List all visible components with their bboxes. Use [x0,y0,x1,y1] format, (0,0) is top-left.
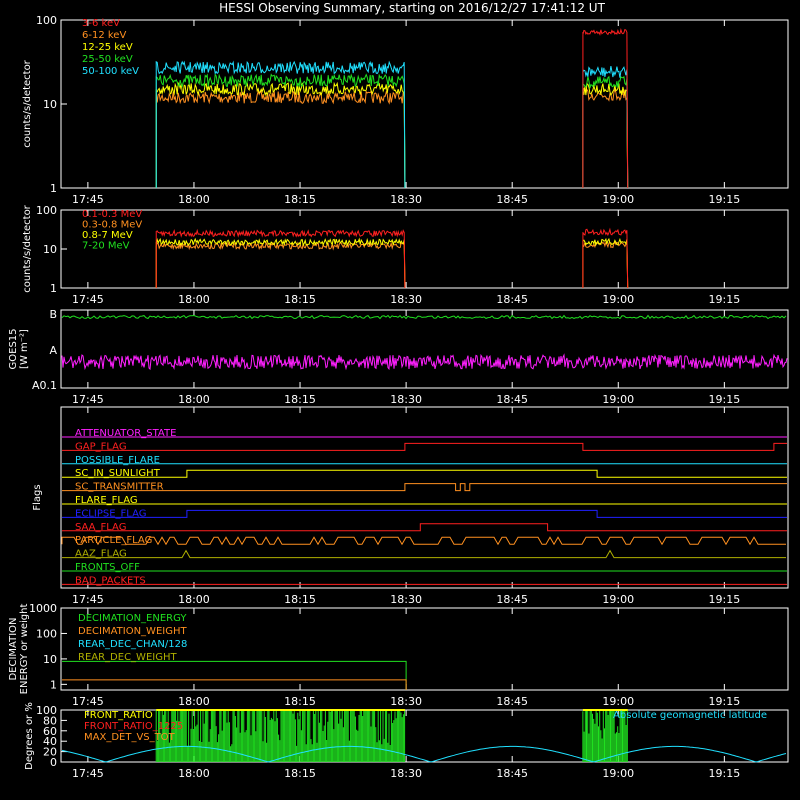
panel-decimation-ytick-label: 100 [36,627,57,640]
panel-goes-xtick-label: 19:15 [709,393,741,406]
panel-ratios-legend-FRONT_RATIO: FRONT_RATIO [84,710,153,721]
panel-ratios-xtick-label: 18:15 [284,767,316,780]
panel-decimation-legend-REAR_DEC_WEIGHT: REAR_DEC_WEIGHT [78,652,177,663]
panel-decimation-xtick-label: 17:45 [72,695,104,708]
panel-decimation-xtick-label: 19:00 [602,695,634,708]
panel-decimation-xtick-label: 18:15 [284,695,316,708]
panel-low-energy-xtick-label: 18:00 [178,193,210,206]
panel-flags-label-SC_IN_SUNLIGHT: SC_IN_SUNLIGHT [75,468,161,479]
panel-high-energy-legend-0.8-7 MeV: 0.8-7 MeV [82,230,133,241]
panel-goes-xtick-label: 19:00 [602,393,634,406]
panel-ratios-xtick-label: 19:15 [709,767,741,780]
panel-decimation-ytick-label: 10 [43,653,57,666]
panel-flags-label-POSSIBLE_FLARE: POSSIBLE_FLARE [75,455,160,466]
panel-goes-ytick-label: B [49,308,57,321]
panel-low-energy-ylabel: counts/s/detector [22,59,33,147]
panel-flags-xtick-label: 19:00 [602,593,634,606]
panel-high-energy-ylabel: counts/s/detector [22,204,33,292]
panel-goes-ytick-label: A [49,344,57,357]
panel-decimation-ylabel-line1: DECIMATION [8,617,19,680]
panel-flags-xtick-label: 18:15 [284,593,316,606]
panel-flags-label-AAZ_FLAG: AAZ_FLAG [75,549,127,560]
panel-goes-ylabel-line2: [W m⁻²] [19,329,30,369]
panel-flags-label-BAD_PACKETS: BAD_PACKETS [75,575,146,586]
panel-goes-xtick-label: 18:15 [284,393,316,406]
panel-decimation-xtick-label: 18:45 [496,695,528,708]
panel-ratios-xtick-label: 18:00 [178,767,210,780]
panel-ratios-ytick-label: 100 [36,704,57,717]
panel-ratios-xtick-label: 19:00 [602,767,634,780]
panel-flags-label-SAA_FLAG: SAA_FLAG [75,522,126,533]
panel-flags-label-SC_TRANSMITTER: SC_TRANSMITTER [75,482,164,493]
panel-decimation-legend-REAR_DEC_CHAN/128: REAR_DEC_CHAN/128 [78,639,187,650]
panel-decimation-xtick-label: 19:15 [709,695,741,708]
panel-high-energy-xtick-label: 18:15 [284,293,316,306]
panel-decimation-legend-DECIMATION_WEIGHT: DECIMATION_WEIGHT [78,626,187,637]
panel-decimation-xtick-label: 18:30 [390,695,422,708]
panel-goes-ylabel-line1: GOES15 [8,328,19,369]
panel-high-energy-ytick-label: 100 [36,204,57,217]
panel-flags-xtick-label: 17:45 [72,593,104,606]
panel-low-energy-legend-50-100 keV: 50-100 keV [82,66,139,77]
panel-high-energy-xtick-label: 19:00 [602,293,634,306]
panel-high-energy-xtick-label: 18:00 [178,293,210,306]
panel-goes-xtick-label: 18:30 [390,393,422,406]
panel-ratios-legend-FRONT_RATIO_1225: FRONT_RATIO_1225 [84,721,183,732]
panel-flags-label-FLARE_FLAG: FLARE_FLAG [75,495,138,506]
panel-ratios-xtick-label: 17:45 [72,767,104,780]
panel-high-energy-ytick-label: 10 [43,243,57,256]
panel-goes-ytick-label: A0.1 [32,379,57,392]
panel-ratios-legend-MAX_DET_VS_TOT: MAX_DET_VS_TOT [84,732,176,743]
panel-ratios-legend-latitude: Absolute geomagnetic latitude [613,710,767,721]
panel-high-energy-legend-7-20 MeV: 7-20 MeV [82,241,130,252]
panel-ratios-xtick-label: 18:45 [496,767,528,780]
panel-low-energy-xtick-label: 17:45 [72,193,104,206]
panel-low-energy-legend-3-6 keV: 3-6 keV [82,18,120,29]
chart-title: HESSI Observing Summary, starting on 201… [219,1,605,15]
panel-goes-xtick-label: 18:45 [496,393,528,406]
panel-high-energy-ytick-label: 1 [50,282,57,295]
panel-low-energy-legend-12-25 keV: 12-25 keV [82,42,133,53]
panel-low-energy-xtick-label: 18:30 [390,193,422,206]
panel-decimation-ylabel-line2: ENERGY or weight [19,604,30,695]
panel-flags-xtick-label: 19:15 [709,593,741,606]
panel-low-energy-ytick-label: 1 [50,182,57,195]
panel-flags-xtick-label: 18:30 [390,593,422,606]
panel-goes-xtick-label: 18:00 [178,393,210,406]
panel-flags-label-GAP_FLAG: GAP_FLAG [75,441,127,452]
panel-ratios-ylabel: Degrees or % [24,702,35,770]
panel-high-energy-legend-0.3-0.8 MeV: 0.3-0.8 MeV [82,220,142,231]
panel-flags-label-ECLIPSE_FLAG: ECLIPSE_FLAG [75,508,146,519]
panel-low-energy-xtick-label: 18:45 [496,193,528,206]
panel-high-energy-xtick-label: 18:45 [496,293,528,306]
panel-flags-xtick-label: 18:00 [178,593,210,606]
panel-high-energy-xtick-label: 19:15 [709,293,741,306]
panel-low-energy-xtick-label: 19:15 [709,193,741,206]
panel-low-energy-xtick-label: 18:15 [284,193,316,206]
panel-flags-label-FRONTS_OFF: FRONTS_OFF [75,562,140,573]
panel-high-energy-xtick-label: 18:30 [390,293,422,306]
panel-decimation-ytick-label: 1 [50,678,57,691]
panel-flags-label-ATTENUATOR_STATE: ATTENUATOR_STATE [75,428,176,439]
panel-decimation-xtick-label: 18:00 [178,695,210,708]
panel-flags-xtick-label: 18:45 [496,593,528,606]
observing-summary-chart: HESSI Observing Summary, starting on 201… [0,0,800,800]
panel-low-energy-ytick-label: 10 [43,98,57,111]
panel-high-energy-legend-0.1-0.3 MeV: 0.1-0.3 MeV [82,209,142,220]
panel-low-energy-legend-25-50 keV: 25-50 keV [82,54,133,65]
panel-low-energy-ytick-label: 100 [36,14,57,27]
panel-goes-xtick-label: 17:45 [72,393,104,406]
panel-decimation-ytick-label: 1000 [29,602,57,615]
panel-flags-label-PARTICLE_FLAG: PARTICLE_FLAG [75,535,152,546]
panel-low-energy-legend-6-12 keV: 6-12 keV [82,30,126,41]
panel-ratios-xtick-label: 18:30 [390,767,422,780]
panel-low-energy-xtick-label: 19:00 [602,193,634,206]
panel-flags-ylabel: Flags [32,484,43,510]
panel-decimation-legend-DECIMATION_ENERGY: DECIMATION_ENERGY [78,613,187,624]
panel-high-energy-xtick-label: 17:45 [72,293,104,306]
